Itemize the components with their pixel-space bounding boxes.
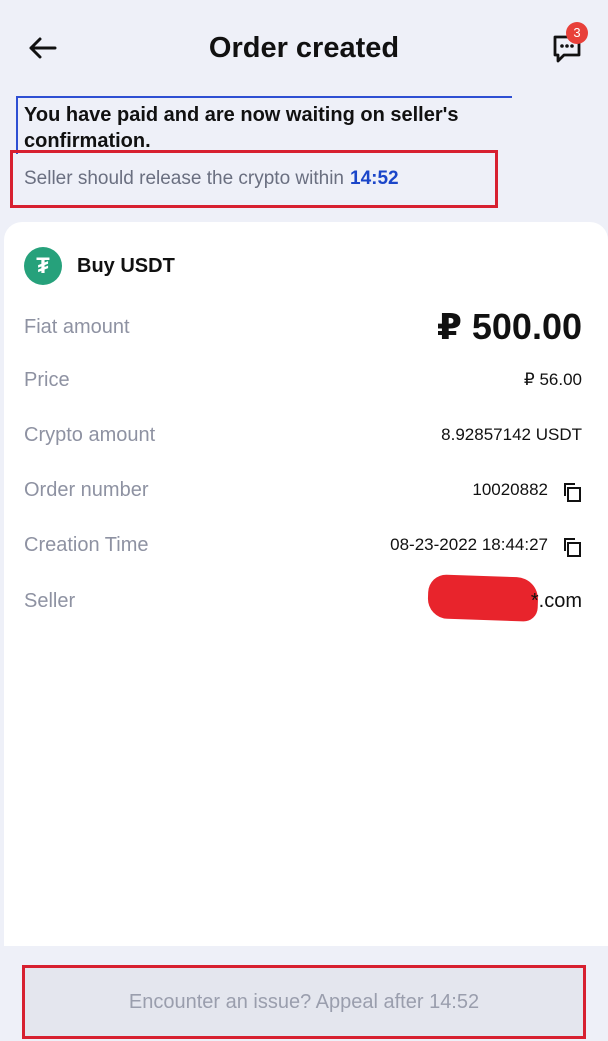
creation-time-value: 08-23-2022 18:44:27: [390, 535, 548, 554]
status-message-box: You have paid and are now waiting on sel…: [16, 96, 512, 154]
order-number-label: Order number: [24, 479, 149, 501]
copy-creation-time-button[interactable]: [562, 535, 582, 557]
order-number-row: Order number 10020882: [24, 473, 582, 507]
order-number-value-group: 10020882: [472, 473, 582, 507]
copy-order-number-button[interactable]: [562, 480, 582, 502]
copy-icon: [564, 483, 581, 502]
price-label: Price: [24, 369, 70, 391]
release-countdown-text: Seller should release the crypto within: [24, 168, 345, 189]
coin-header: ₮ Buy USDT: [24, 246, 175, 286]
creation-time-value-group: 08-23-2022 18:44:27: [390, 528, 582, 562]
fiat-amount-label: Fiat amount: [24, 316, 130, 338]
header: Order created 3: [0, 0, 608, 92]
seller-redaction: [427, 574, 539, 622]
chat-badge: 3: [566, 22, 588, 44]
page-title: Order created: [208, 32, 400, 64]
appeal-button[interactable]: Encounter an issue? Appeal after 14:52: [22, 965, 586, 1039]
crypto-amount-value: 8.92857142 USDT: [441, 425, 582, 444]
fiat-amount-row: Fiat amount ₽ 500.00: [24, 306, 582, 347]
fiat-amount-value: ₽ 500.00: [436, 306, 582, 347]
copy-icon: [564, 538, 581, 557]
tether-icon: ₮: [24, 247, 62, 285]
price-row: Price ₽ 56.00: [24, 363, 582, 397]
seller-value: *.com: [530, 590, 582, 612]
creation-time-label: Creation Time: [24, 534, 149, 556]
crypto-amount-row: Crypto amount 8.92857142 USDT: [24, 418, 582, 452]
crypto-amount-label: Crypto amount: [24, 424, 156, 446]
order-number-value: 10020882: [472, 480, 548, 499]
release-countdown: Seller should release the crypto within …: [10, 150, 498, 208]
release-countdown-time: 14:52: [350, 168, 399, 189]
status-message: You have paid and are now waiting on sel…: [24, 104, 459, 152]
seller-label: Seller: [24, 590, 76, 612]
creation-time-row: Creation Time 08-23-2022 18:44:27: [24, 528, 582, 562]
coin-label: Buy USDT: [77, 254, 175, 277]
price-value: ₽ 56.00: [523, 370, 582, 389]
